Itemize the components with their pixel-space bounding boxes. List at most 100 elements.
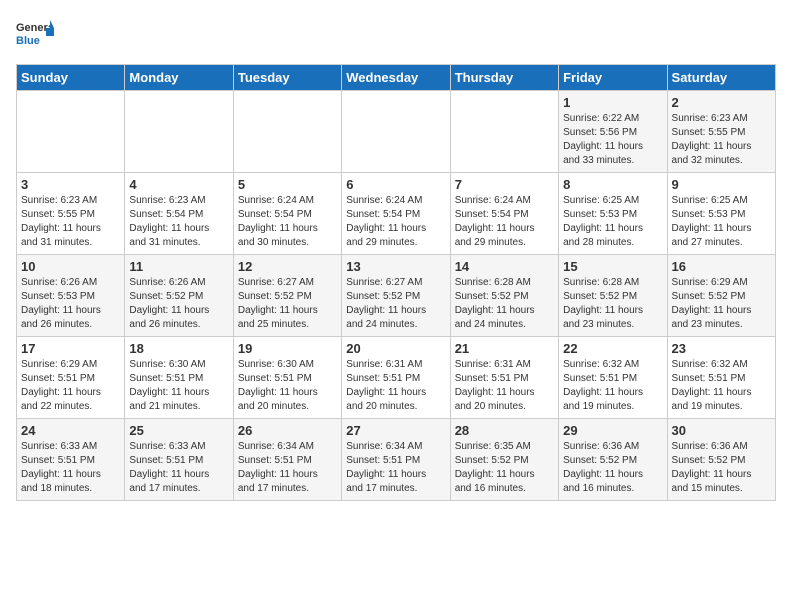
calendar-cell: 13 Sunrise: 6:27 AM Sunset: 5:52 PM Dayli… [342,255,450,337]
svg-text:Blue: Blue [16,35,40,47]
day-number: 1 [563,95,662,110]
calendar-cell: 16 Sunrise: 6:29 AM Sunset: 5:52 PM Dayli… [667,255,775,337]
calendar-cell: 7 Sunrise: 6:24 AM Sunset: 5:54 PM Daylig… [450,173,558,255]
day-number: 10 [21,259,120,274]
header: General Blue [16,16,776,54]
day-info: Sunrise: 6:25 AM Sunset: 5:53 PM Dayligh… [563,194,662,250]
day-info: Sunrise: 6:31 AM Sunset: 5:51 PM Dayligh… [455,358,554,414]
day-number: 25 [129,423,228,438]
calendar-cell: 12 Sunrise: 6:27 AM Sunset: 5:52 PM Dayli… [233,255,341,337]
calendar-cell: 21 Sunrise: 6:31 AM Sunset: 5:51 PM Dayli… [450,337,558,419]
calendar-cell [17,91,125,173]
calendar-cell [342,91,450,173]
day-number: 11 [129,259,228,274]
day-info: Sunrise: 6:35 AM Sunset: 5:52 PM Dayligh… [455,440,554,496]
day-number: 30 [672,423,771,438]
day-number: 7 [455,177,554,192]
day-number: 16 [672,259,771,274]
calendar-cell [233,91,341,173]
calendar-body: 1 Sunrise: 6:22 AM Sunset: 5:56 PM Daylig… [17,91,776,501]
calendar-cell: 9 Sunrise: 6:25 AM Sunset: 5:53 PM Daylig… [667,173,775,255]
day-info: Sunrise: 6:24 AM Sunset: 5:54 PM Dayligh… [455,194,554,250]
day-number: 21 [455,341,554,356]
calendar-cell: 3Sunrise: 6:23 AM Sunset: 5:55 PM Daylig… [17,173,125,255]
column-header-saturday: Saturday [667,65,775,91]
day-info: Sunrise: 6:22 AM Sunset: 5:56 PM Dayligh… [563,112,662,168]
calendar-cell: 27 Sunrise: 6:34 AM Sunset: 5:51 PM Dayli… [342,419,450,501]
calendar-cell: 1 Sunrise: 6:22 AM Sunset: 5:56 PM Daylig… [559,91,667,173]
day-number: 9 [672,177,771,192]
calendar-cell: 8 Sunrise: 6:25 AM Sunset: 5:53 PM Daylig… [559,173,667,255]
day-info: Sunrise: 6:30 AM Sunset: 5:51 PM Dayligh… [238,358,337,414]
day-info: Sunrise: 6:23 AM Sunset: 5:55 PM Dayligh… [672,112,771,168]
day-number: 8 [563,177,662,192]
day-info: Sunrise: 6:23 AM Sunset: 5:55 PM Dayligh… [21,194,120,250]
day-info: Sunrise: 6:28 AM Sunset: 5:52 PM Dayligh… [455,276,554,332]
calendar-cell [450,91,558,173]
day-info: Sunrise: 6:36 AM Sunset: 5:52 PM Dayligh… [563,440,662,496]
day-number: 14 [455,259,554,274]
day-info: Sunrise: 6:33 AM Sunset: 5:51 PM Dayligh… [129,440,228,496]
calendar-cell: 15Sunrise: 6:28 AM Sunset: 5:52 PM Dayli… [559,255,667,337]
calendar-table: SundayMondayTuesdayWednesdayThursdayFrid… [16,64,776,501]
day-number: 12 [238,259,337,274]
day-info: Sunrise: 6:31 AM Sunset: 5:51 PM Dayligh… [346,358,445,414]
day-info: Sunrise: 6:34 AM Sunset: 5:51 PM Dayligh… [238,440,337,496]
calendar-cell: 24Sunrise: 6:33 AM Sunset: 5:51 PM Dayli… [17,419,125,501]
day-number: 13 [346,259,445,274]
calendar-cell: 2Sunrise: 6:23 AM Sunset: 5:55 PM Daylig… [667,91,775,173]
calendar-cell: 30 Sunrise: 6:36 AM Sunset: 5:52 PM Dayli… [667,419,775,501]
calendar-cell: 11 Sunrise: 6:26 AM Sunset: 5:52 PM Dayli… [125,255,233,337]
day-number: 5 [238,177,337,192]
day-number: 18 [129,341,228,356]
column-header-thursday: Thursday [450,65,558,91]
day-info: Sunrise: 6:26 AM Sunset: 5:52 PM Dayligh… [129,276,228,332]
calendar-cell: 29 Sunrise: 6:36 AM Sunset: 5:52 PM Dayli… [559,419,667,501]
day-number: 26 [238,423,337,438]
week-row-2: 3Sunrise: 6:23 AM Sunset: 5:55 PM Daylig… [17,173,776,255]
day-number: 22 [563,341,662,356]
day-info: Sunrise: 6:25 AM Sunset: 5:53 PM Dayligh… [672,194,771,250]
calendar-cell: 5 Sunrise: 6:24 AM Sunset: 5:54 PM Daylig… [233,173,341,255]
calendar-cell: 23Sunrise: 6:32 AM Sunset: 5:51 PM Dayli… [667,337,775,419]
day-number: 17 [21,341,120,356]
calendar-cell: 10 Sunrise: 6:26 AM Sunset: 5:53 PM Dayli… [17,255,125,337]
calendar-header: SundayMondayTuesdayWednesdayThursdayFrid… [17,65,776,91]
day-info: Sunrise: 6:29 AM Sunset: 5:51 PM Dayligh… [21,358,120,414]
logo: General Blue [16,16,54,54]
day-info: Sunrise: 6:24 AM Sunset: 5:54 PM Dayligh… [238,194,337,250]
column-header-tuesday: Tuesday [233,65,341,91]
day-number: 15 [563,259,662,274]
day-number: 29 [563,423,662,438]
day-info: Sunrise: 6:33 AM Sunset: 5:51 PM Dayligh… [21,440,120,496]
day-info: Sunrise: 6:32 AM Sunset: 5:51 PM Dayligh… [672,358,771,414]
column-header-monday: Monday [125,65,233,91]
day-info: Sunrise: 6:27 AM Sunset: 5:52 PM Dayligh… [346,276,445,332]
calendar-cell: 22 Sunrise: 6:32 AM Sunset: 5:51 PM Dayli… [559,337,667,419]
header-row: SundayMondayTuesdayWednesdayThursdayFrid… [17,65,776,91]
day-info: Sunrise: 6:36 AM Sunset: 5:52 PM Dayligh… [672,440,771,496]
day-info: Sunrise: 6:27 AM Sunset: 5:52 PM Dayligh… [238,276,337,332]
calendar-cell: 28 Sunrise: 6:35 AM Sunset: 5:52 PM Dayli… [450,419,558,501]
calendar-cell: 18Sunrise: 6:30 AM Sunset: 5:51 PM Dayli… [125,337,233,419]
week-row-3: 10 Sunrise: 6:26 AM Sunset: 5:53 PM Dayli… [17,255,776,337]
day-number: 4 [129,177,228,192]
day-info: Sunrise: 6:24 AM Sunset: 5:54 PM Dayligh… [346,194,445,250]
day-number: 28 [455,423,554,438]
week-row-4: 17 Sunrise: 6:29 AM Sunset: 5:51 PM Dayli… [17,337,776,419]
calendar-cell: 14 Sunrise: 6:28 AM Sunset: 5:52 PM Dayli… [450,255,558,337]
day-number: 27 [346,423,445,438]
column-header-wednesday: Wednesday [342,65,450,91]
week-row-1: 1 Sunrise: 6:22 AM Sunset: 5:56 PM Daylig… [17,91,776,173]
day-info: Sunrise: 6:34 AM Sunset: 5:51 PM Dayligh… [346,440,445,496]
day-info: Sunrise: 6:26 AM Sunset: 5:53 PM Dayligh… [21,276,120,332]
day-info: Sunrise: 6:29 AM Sunset: 5:52 PM Dayligh… [672,276,771,332]
day-number: 6 [346,177,445,192]
column-header-sunday: Sunday [17,65,125,91]
calendar-cell: 4Sunrise: 6:23 AM Sunset: 5:54 PM Daylig… [125,173,233,255]
day-number: 19 [238,341,337,356]
calendar-cell: 26 Sunrise: 6:34 AM Sunset: 5:51 PM Dayli… [233,419,341,501]
calendar-cell: 17 Sunrise: 6:29 AM Sunset: 5:51 PM Dayli… [17,337,125,419]
calendar-cell [125,91,233,173]
day-info: Sunrise: 6:32 AM Sunset: 5:51 PM Dayligh… [563,358,662,414]
